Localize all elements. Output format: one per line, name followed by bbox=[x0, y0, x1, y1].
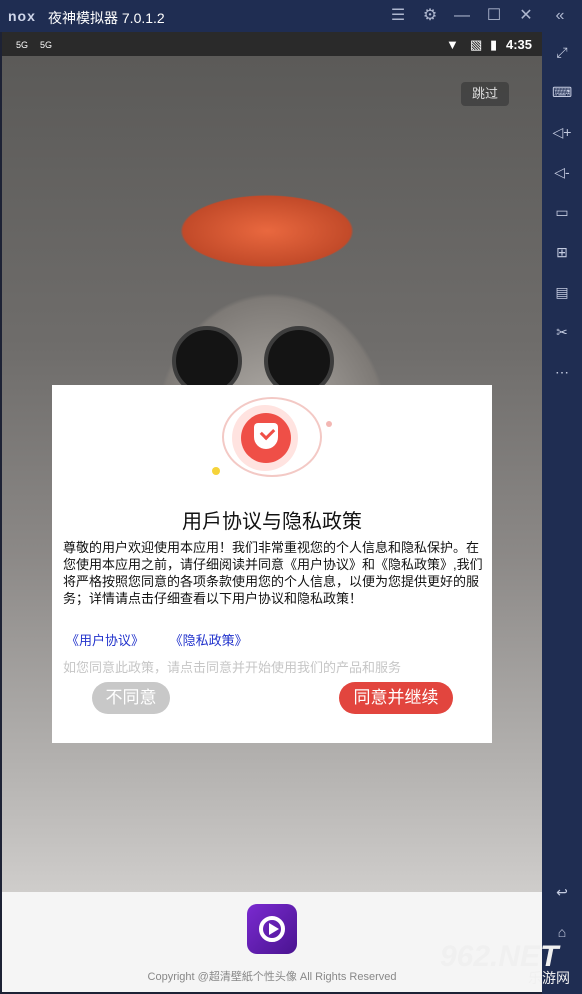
wifi-icon: ▼ bbox=[446, 37, 459, 52]
emulator-titlebar: nox 夜神模拟器 7.0.1.2 ☰ ⚙ — ☐ ✕ « bbox=[0, 0, 582, 32]
apk-install-icon[interactable]: ⊞ bbox=[552, 242, 572, 262]
consent-hint: 如您同意此政策，请点击同意并开始使用我们的产品和服务 bbox=[63, 660, 402, 675]
battery-icon: ▮ bbox=[490, 37, 498, 52]
dot-decoration bbox=[212, 467, 220, 475]
emulator-sidebar: ⤢ ⌨ ◁+ ◁- ▭ ⊞ ▤ ✂ ⋯ ↩ ⌂ bbox=[542, 32, 582, 994]
app-logo bbox=[247, 904, 297, 954]
shield-illustration bbox=[212, 397, 332, 477]
decline-button[interactable]: 不同意 bbox=[92, 682, 170, 714]
minimize-icon[interactable]: — bbox=[452, 6, 472, 26]
maximize-icon[interactable]: ☐ bbox=[484, 6, 504, 26]
gear-icon[interactable]: ⚙ bbox=[420, 6, 440, 26]
volume-up-icon[interactable]: ◁+ bbox=[552, 122, 572, 142]
back-icon[interactable]: ↩ bbox=[552, 882, 572, 902]
policy-links: 《用户协议》 《隐私政策》 bbox=[66, 630, 270, 649]
signal-label: 5G bbox=[16, 40, 29, 50]
window-title: 夜神模拟器 7.0.1.2 bbox=[48, 10, 165, 26]
skip-button[interactable]: 跳过 bbox=[461, 82, 509, 106]
privacy-dialog: 用戶协议与隐私政策 尊敬的用户欢迎使用本应用！我们非常重视您的个人信息和隐私保护… bbox=[52, 385, 492, 743]
sim-icon: ▧ bbox=[470, 37, 483, 52]
dialog-title: 用戶协议与隐私政策 bbox=[182, 511, 362, 533]
dialog-body: 尊敬的用户欢迎使用本应用！我们非常重视您的个人信息和隐私保护。在您使用本应用之前… bbox=[63, 540, 483, 606]
privacy-policy-link[interactable]: 《隐私政策》 bbox=[170, 633, 248, 648]
multi-instance-icon[interactable]: ▤ bbox=[552, 282, 572, 302]
volume-down-icon[interactable]: ◁- bbox=[552, 162, 572, 182]
scissors-icon[interactable]: ✂ bbox=[552, 322, 572, 342]
more-icon[interactable]: ⋯ bbox=[552, 362, 572, 382]
user-agreement-link[interactable]: 《用户协议》 bbox=[66, 633, 144, 648]
accept-button[interactable]: 同意并继续 bbox=[339, 682, 453, 714]
clock: 4:35 bbox=[506, 37, 533, 52]
close-icon[interactable]: ✕ bbox=[516, 6, 536, 26]
collapse-icon[interactable]: « bbox=[550, 6, 570, 26]
signal-label: 5G bbox=[40, 40, 53, 50]
status-bar: 5G 5G ▼ ▧ ▮ 4:35 bbox=[2, 32, 542, 56]
keyboard-icon[interactable]: ⌨ bbox=[552, 82, 572, 102]
dot-decoration bbox=[326, 421, 332, 427]
home-icon[interactable]: ⌂ bbox=[552, 922, 572, 942]
menu-icon[interactable]: ☰ bbox=[388, 6, 408, 26]
android-screen: 5G 5G ▼ ▧ ▮ 4:35 跳过 Copyright @超清壁紙个性头像 … bbox=[2, 32, 542, 992]
fullscreen-icon[interactable]: ⤢ bbox=[552, 42, 572, 62]
screen-icon[interactable]: ▭ bbox=[552, 202, 572, 222]
site-watermark-sub: 乐游网 bbox=[528, 970, 570, 986]
play-icon bbox=[259, 916, 285, 942]
nox-logo: nox bbox=[8, 8, 36, 24]
